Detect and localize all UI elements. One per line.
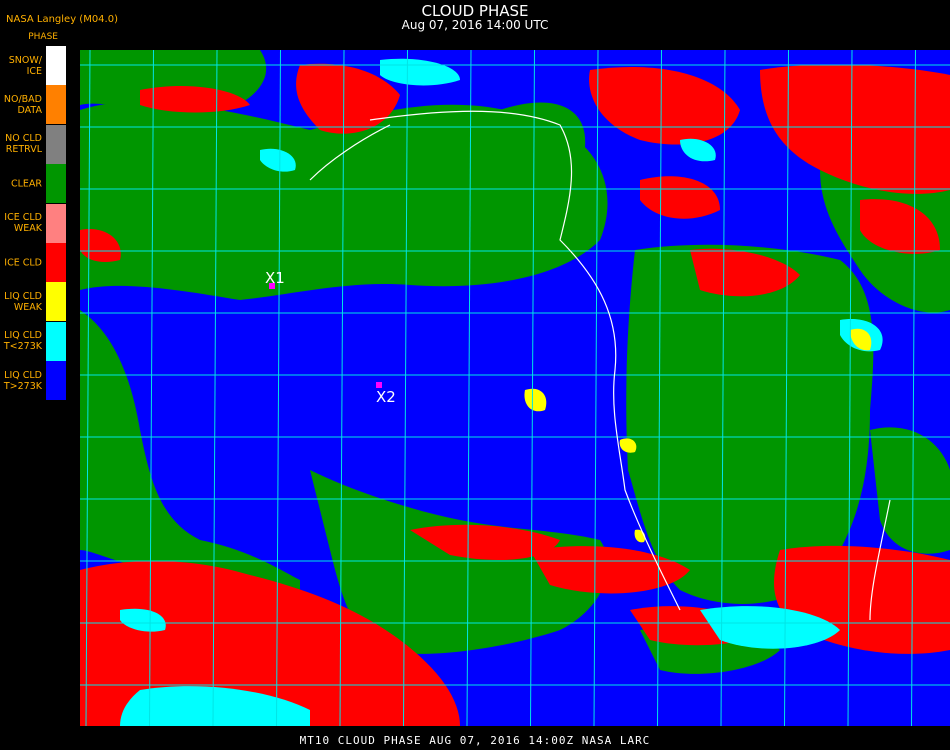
legend-item-label: ICE CLD: [4, 257, 42, 268]
legend-swatch: [46, 203, 66, 243]
phase-legend: SNOW/ ICE NO/BAD DATA NO CLD RETRVL CLEAR IC…: [0, 46, 66, 401]
legend-item-label: LIQ CLD WEAK: [4, 290, 42, 313]
legend-swatch: [46, 85, 66, 125]
legend-item-label: LIQ CLD T>273K: [3, 369, 42, 392]
marker-x1-label: X1: [265, 269, 285, 287]
legend-title: PHASE: [28, 32, 58, 42]
legend-item-label: NO CLD RETRVL: [5, 133, 42, 156]
legend-item: LIQ CLD T<273K: [0, 321, 66, 361]
legend-swatch: [46, 282, 66, 322]
legend-item: LIQ CLD WEAK: [0, 282, 66, 322]
marker-x2-label: X2: [376, 388, 396, 406]
legend-item: NO CLD RETRVL: [0, 124, 66, 164]
legend-swatch: [46, 243, 66, 282]
legend-swatch: [46, 164, 66, 204]
legend-item: NO/BAD DATA: [0, 85, 66, 125]
legend-item: ICE CLD: [0, 243, 66, 282]
legend-swatch: [46, 124, 66, 164]
legend-item: ICE CLD WEAK: [0, 203, 66, 243]
legend-swatch: [46, 321, 66, 361]
legend-item-label: NO/BAD DATA: [3, 93, 42, 116]
legend-swatch: [46, 46, 66, 85]
cloud-phase-map: X1 X2: [80, 50, 950, 726]
legend-item-label: CLEAR: [10, 178, 42, 190]
legend-item: CLEAR: [0, 164, 66, 204]
map-subtitle: Aug 07, 2016 14:00 UTC: [401, 18, 549, 32]
legend-item-label: LIQ CLD T<273K: [3, 330, 42, 353]
legend-swatch: [46, 361, 66, 401]
legend-item: LIQ CLD T>273K: [0, 361, 66, 401]
footer-caption: MT10 CLOUD PHASE AUG 07, 2016 14:00Z NAS…: [299, 734, 651, 747]
legend-item-label: ICE CLD WEAK: [4, 212, 42, 235]
legend-item: SNOW/ ICE: [0, 46, 66, 85]
legend-item-label: SNOW/ ICE: [8, 54, 42, 77]
